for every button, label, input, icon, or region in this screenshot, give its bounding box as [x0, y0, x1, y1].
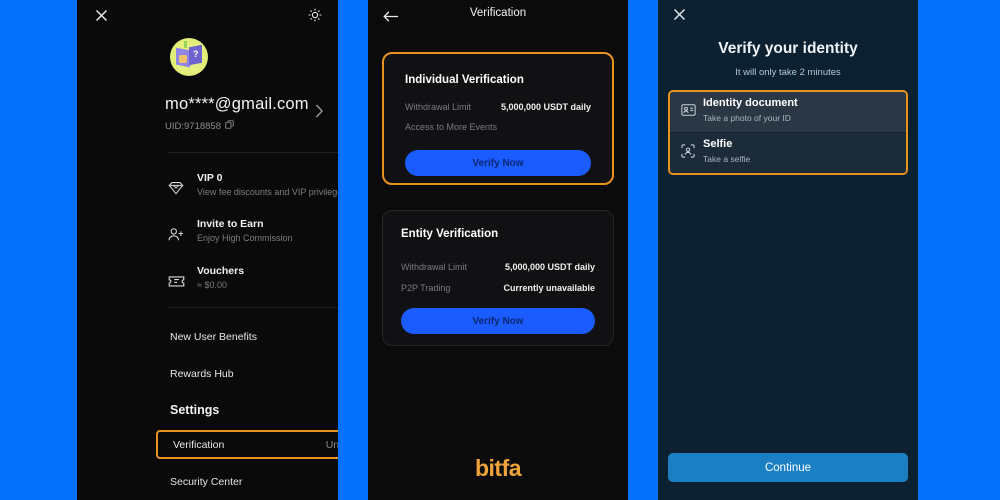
page-title: Verification [469, 7, 527, 19]
nav-row-new-user-benefits[interactable]: New User Benefits [155, 322, 338, 352]
nav-label: New User Benefits [170, 331, 257, 343]
feature-row-vouchers[interactable]: Vouchers ≈ $0.00 [167, 265, 338, 305]
feature-subtitle: ≈ $0.00 [197, 280, 227, 290]
identity-panel: Verify your identity It will only take 2… [658, 0, 918, 500]
feature-title: Invite to Earn [197, 218, 264, 230]
close-icon[interactable] [668, 3, 690, 25]
identity-options-group: Identity document Take a photo of your I… [668, 90, 908, 175]
avatar-question-mark: ? [193, 49, 199, 59]
nav-row-rewards-hub[interactable]: Rewards Hub [155, 359, 338, 389]
brand-logo: bitfa [474, 455, 522, 481]
option-title: Identity document [703, 97, 798, 109]
face-scan-icon [680, 143, 696, 159]
verify-now-button[interactable]: Verify Now [405, 150, 591, 176]
card-row-key: Withdrawal Limit [405, 102, 472, 112]
feature-subtitle: View fee discounts and VIP privileges [197, 187, 338, 197]
account-top-bar [77, 0, 338, 30]
card-row: Withdrawal Limit 5,000,000 USDT daily [401, 262, 595, 276]
card-row-value: Currently unavailable [503, 283, 595, 293]
option-title: Selfie [703, 138, 733, 150]
avatar[interactable]: ? [170, 38, 208, 76]
card-entity-verification: Entity Verification Withdrawal Limit 5,0… [382, 210, 614, 346]
voucher-ticket-icon [167, 272, 185, 290]
card-row-value: 5,000,000 USDT daily [500, 102, 591, 112]
close-icon[interactable] [90, 4, 112, 26]
divider [167, 307, 338, 308]
verification-panel: Verification Individual Verification Wit… [368, 0, 628, 500]
account-email: mo****@gmail.com [165, 95, 309, 113]
card-row-key: Withdrawal Limit [401, 262, 468, 272]
feature-title: VIP 0 [197, 172, 223, 184]
nav-label: Rewards Hub [170, 368, 234, 380]
card-row-key: Access to More Events [405, 122, 498, 132]
feature-subtitle: Enjoy High Commission [197, 233, 293, 243]
page-title: Verify your identity [718, 40, 858, 57]
feature-row-invite[interactable]: Invite to Earn Enjoy High Commission [167, 218, 338, 258]
divider [167, 152, 338, 153]
vip-diamond-icon [167, 179, 185, 197]
card-individual-verification: Individual Verification Withdrawal Limit… [382, 52, 614, 185]
account-uid-row[interactable]: UID:9718858 [165, 120, 234, 132]
chevron-right-icon[interactable] [315, 104, 324, 123]
nav-row-security-center[interactable]: Security Center [155, 467, 338, 497]
option-subtitle: Take a selfie [703, 154, 751, 164]
card-row-value: 5,000,000 USDT daily [504, 262, 595, 272]
id-card-icon [680, 102, 696, 118]
card-row: Access to More Events [405, 122, 591, 136]
page-subtitle: It will only take 2 minutes [735, 67, 841, 78]
card-row: P2P Trading Currently unavailable [401, 283, 595, 297]
option-identity-document[interactable]: Identity document Take a photo of your I… [670, 92, 906, 132]
card-title: Entity Verification [401, 228, 499, 240]
option-selfie[interactable]: Selfie Take a selfie [670, 133, 906, 173]
avatar-sprout [184, 41, 187, 48]
settings-heading: Settings [170, 403, 220, 417]
card-row-key: P2P Trading [401, 283, 451, 293]
screenshot-stage: ? mo****@gmail.com UID:9718858 VIP 0 Vie… [0, 0, 1000, 500]
sun-icon[interactable] [304, 4, 326, 26]
card-row: Withdrawal Limit 5,000,000 USDT daily [405, 102, 591, 116]
card-title: Individual Verification [405, 74, 524, 86]
option-subtitle: Take a photo of your ID [703, 113, 791, 123]
avatar-face [179, 55, 187, 63]
invite-user-icon [167, 225, 185, 243]
account-uid-label: UID:9718858 [165, 120, 221, 132]
copy-icon[interactable] [225, 120, 234, 132]
nav-label: Verification [173, 438, 225, 451]
account-panel: ? mo****@gmail.com UID:9718858 VIP 0 Vie… [77, 0, 338, 500]
nav-row-verification[interactable]: Verification Unverified [156, 430, 338, 459]
feature-row-vip[interactable]: VIP 0 View fee discounts and VIP privile… [167, 172, 338, 212]
feature-title: Vouchers [197, 265, 245, 277]
continue-button[interactable]: Continue [668, 453, 908, 482]
card-inner: Individual Verification Withdrawal Limit… [387, 57, 609, 180]
nav-label: Security Center [170, 476, 243, 488]
verification-status-badge: Unverified [325, 438, 338, 451]
verify-now-button[interactable]: Verify Now [401, 308, 595, 334]
verification-top-bar: Verification [368, 0, 628, 30]
